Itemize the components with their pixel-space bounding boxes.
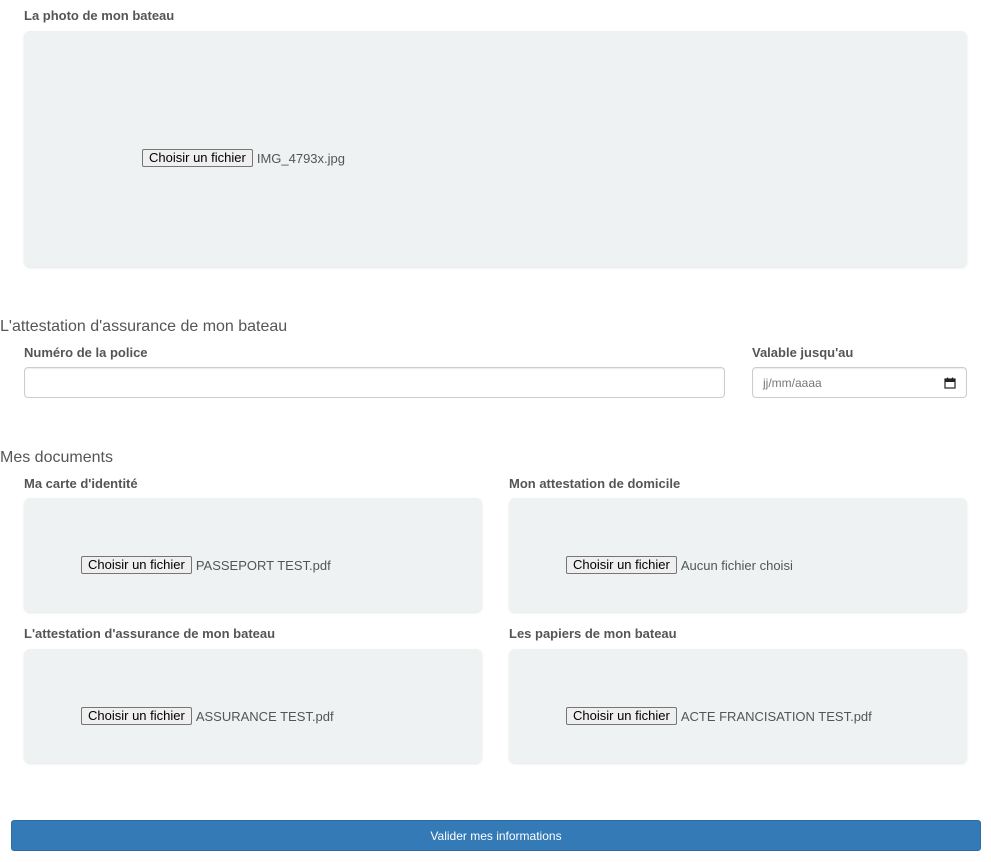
valid-until-date-input[interactable]: jj/mm/aaaa <box>752 367 967 398</box>
boat-papers-file-name: ACTE FRANCISATION TEST.pdf <box>680 708 872 724</box>
proof-of-address-dropzone[interactable]: Choisir un fichier Aucun fichier choisi <box>509 498 967 612</box>
identity-card-file-name: PASSEPORT TEST.pdf <box>195 557 331 573</box>
documents-section-title: Mes documents <box>0 449 113 466</box>
insurance-certificate-file-input[interactable]: Choisir un fichier ASSURANCE TEST.pdf <box>81 707 334 725</box>
proof-of-address-file-input[interactable]: Choisir un fichier Aucun fichier choisi <box>566 556 793 574</box>
proof-of-address-file-name: Aucun fichier choisi <box>680 557 793 573</box>
identity-card-file-input[interactable]: Choisir un fichier PASSEPORT TEST.pdf <box>81 556 331 574</box>
submit-button[interactable]: Valider mes informations <box>11 820 981 851</box>
boat-photo-label: La photo de mon bateau <box>24 8 175 23</box>
boat-photo-file-name: IMG_4793x.jpg <box>256 150 345 166</box>
boat-photo-file-input[interactable]: Choisir un fichier IMG_4793x.jpg <box>142 149 345 167</box>
proof-of-address-choose-file-button[interactable]: Choisir un fichier <box>566 556 677 574</box>
valid-until-placeholder: jj/mm/aaaa <box>763 375 822 390</box>
policy-number-input[interactable] <box>24 367 725 398</box>
boat-papers-label: Les papiers de mon bateau <box>509 626 677 641</box>
boat-info-form: La photo de mon bateau Choisir un fichie… <box>0 0 991 862</box>
identity-card-choose-file-button[interactable]: Choisir un fichier <box>81 556 192 574</box>
boat-photo-choose-file-button[interactable]: Choisir un fichier <box>142 149 253 167</box>
insurance-section-title: L'attestation d'assurance de mon bateau <box>0 318 288 335</box>
identity-card-label: Ma carte d'identité <box>24 476 138 491</box>
proof-of-address-label: Mon attestation de domicile <box>509 476 681 491</box>
calendar-icon[interactable] <box>944 377 956 389</box>
boat-papers-choose-file-button[interactable]: Choisir un fichier <box>566 707 677 725</box>
boat-photo-dropzone[interactable]: Choisir un fichier IMG_4793x.jpg <box>24 31 967 267</box>
boat-papers-dropzone[interactable]: Choisir un fichier ACTE FRANCISATION TES… <box>509 649 967 763</box>
insurance-certificate-label: L'attestation d'assurance de mon bateau <box>24 626 276 641</box>
insurance-certificate-file-name: ASSURANCE TEST.pdf <box>195 708 334 724</box>
boat-papers-file-input[interactable]: Choisir un fichier ACTE FRANCISATION TES… <box>566 707 872 725</box>
identity-card-dropzone[interactable]: Choisir un fichier PASSEPORT TEST.pdf <box>24 498 482 612</box>
insurance-certificate-dropzone[interactable]: Choisir un fichier ASSURANCE TEST.pdf <box>24 649 482 763</box>
valid-until-label: Valable jusqu'au <box>752 345 854 360</box>
insurance-certificate-choose-file-button[interactable]: Choisir un fichier <box>81 707 192 725</box>
policy-number-label: Numéro de la police <box>24 345 148 360</box>
